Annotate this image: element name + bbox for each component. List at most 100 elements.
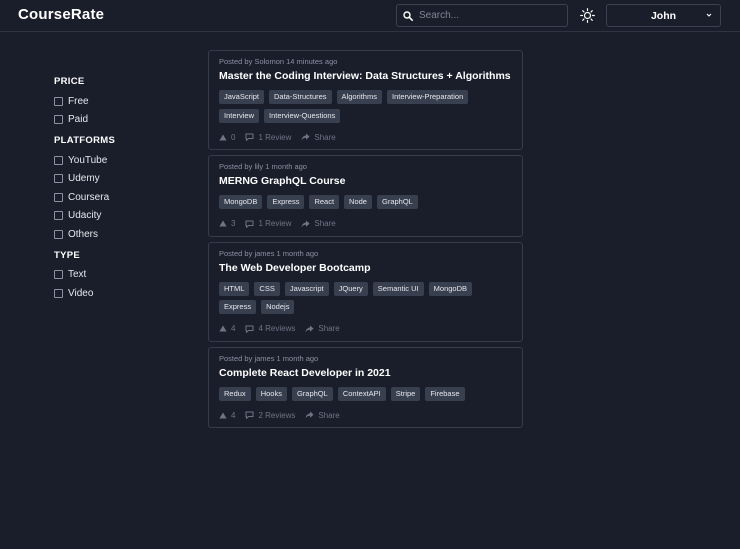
- tag[interactable]: MongoDB: [219, 195, 263, 209]
- course-card[interactable]: Posted by james 1 month ago The Web Deve…: [208, 241, 523, 342]
- upvote-button[interactable]: 3: [219, 219, 235, 228]
- course-title[interactable]: Complete React Developer in 2021: [219, 366, 512, 380]
- tag[interactable]: GraphQL: [376, 195, 418, 209]
- tag[interactable]: React: [309, 195, 340, 209]
- triangle-up-icon: [219, 134, 227, 140]
- tag-list: JavaScript Data-Structures Algorithms Inter…: [219, 90, 512, 127]
- course-list: Posted by Solomon 14 minutes ago Master …: [208, 50, 523, 433]
- tag[interactable]: MongoDB: [428, 281, 473, 296]
- reviews-button[interactable]: 1 Review: [245, 133, 291, 142]
- upvote-button[interactable]: 4: [219, 411, 235, 420]
- filter-label: Free: [68, 95, 89, 107]
- chevron-down-icon: [706, 13, 712, 17]
- section-title-platforms: PLATFORMS: [54, 135, 116, 146]
- triangle-up-icon: [219, 220, 227, 227]
- triangle-up-icon: [219, 412, 227, 418]
- reviews-button[interactable]: 2 Reviews: [245, 411, 295, 420]
- course-title[interactable]: The Web Developer Bootcamp: [219, 261, 512, 275]
- tag[interactable]: Hooks: [255, 386, 287, 401]
- tag[interactable]: Javascript: [284, 281, 329, 296]
- share-button[interactable]: Share: [301, 132, 336, 142]
- filter-others[interactable]: Others: [54, 225, 174, 244]
- comment-icon: [245, 133, 254, 141]
- upvote-button[interactable]: 4: [219, 324, 235, 333]
- share-button[interactable]: Share: [305, 324, 340, 333]
- filter-coursera[interactable]: Coursera: [54, 188, 174, 207]
- tag[interactable]: Interview: [219, 108, 260, 123]
- filter-video[interactable]: Video: [54, 284, 174, 303]
- checkbox[interactable]: [54, 270, 63, 280]
- comment-icon: [245, 325, 254, 333]
- vote-count: 3: [231, 219, 236, 228]
- tag[interactable]: Nodejs: [261, 300, 295, 314]
- tag[interactable]: Interview-Preparation: [386, 90, 469, 104]
- share-label: Share: [314, 219, 336, 228]
- share-label: Share: [314, 132, 336, 142]
- share-icon: [301, 220, 310, 227]
- checkbox[interactable]: [54, 155, 63, 165]
- tag[interactable]: JQuery: [333, 281, 368, 296]
- tag-list: HTML CSS Javascript JQuery Semantic UI MongoD…: [219, 281, 512, 319]
- user-menu-dropdown[interactable]: John: [606, 4, 721, 27]
- share-button[interactable]: Share: [301, 219, 336, 228]
- app-logo[interactable]: CourseRate: [18, 6, 104, 23]
- filter-label: Coursera: [68, 191, 110, 203]
- tag[interactable]: Algorithms: [336, 90, 382, 104]
- tag[interactable]: Express: [219, 300, 257, 314]
- tag[interactable]: Semantic UI: [372, 281, 424, 296]
- tag[interactable]: Data-Structures: [269, 90, 332, 104]
- filter-label: Text: [68, 269, 87, 281]
- card-actions: 0 1 Review Share: [219, 131, 512, 143]
- search-input[interactable]: [419, 10, 559, 21]
- filter-free[interactable]: Free: [54, 92, 174, 111]
- tag-list: MongoDB Express React Node GraphQL: [219, 195, 512, 214]
- checkbox[interactable]: [54, 192, 63, 202]
- course-card[interactable]: Posted by james 1 month ago Complete Rea…: [208, 346, 523, 428]
- tag[interactable]: GraphQL: [291, 386, 333, 401]
- card-actions: 4 2 Reviews Share: [219, 409, 512, 421]
- tag[interactable]: Node: [344, 195, 372, 209]
- triangle-up-icon: [219, 325, 227, 332]
- tag[interactable]: JavaScript: [219, 90, 265, 104]
- filter-udacity[interactable]: Udacity: [54, 207, 174, 226]
- course-title[interactable]: MERNG GraphQL Course: [219, 174, 512, 188]
- filter-section-platforms: PLATFORMS YouTube Udemy Coursera Udacity…: [54, 134, 174, 244]
- tag[interactable]: HTML: [219, 281, 250, 296]
- reviews-button[interactable]: 4 Reviews: [245, 324, 295, 333]
- filter-udemy[interactable]: Udemy: [54, 170, 174, 189]
- share-label: Share: [318, 410, 340, 420]
- filter-youtube[interactable]: YouTube: [54, 151, 174, 170]
- checkbox[interactable]: [54, 229, 63, 239]
- tag[interactable]: Interview-Questions: [264, 108, 341, 123]
- course-card[interactable]: Posted by Solomon 14 minutes ago Master …: [208, 50, 523, 150]
- tag[interactable]: ContextAPI: [337, 386, 386, 401]
- tag[interactable]: Stripe: [390, 386, 421, 401]
- checkbox[interactable]: [54, 211, 63, 221]
- theme-toggle-button[interactable]: [578, 6, 596, 24]
- card-actions: 4 4 Reviews Share: [219, 323, 512, 335]
- tag[interactable]: Firebase: [425, 386, 465, 401]
- share-icon: [305, 411, 314, 419]
- course-title[interactable]: Master the Coding Interview: Data Struct…: [219, 69, 512, 83]
- tag[interactable]: Express: [267, 195, 305, 209]
- course-card[interactable]: Posted by lily 1 month ago MERNG GraphQL…: [208, 155, 523, 237]
- tag[interactable]: CSS: [254, 281, 280, 296]
- search-box[interactable]: [396, 4, 568, 27]
- checkbox[interactable]: [54, 174, 63, 184]
- vote-count: 4: [231, 324, 236, 333]
- filter-label: Others: [68, 228, 99, 240]
- filter-section-price: PRICE Free Paid: [54, 75, 174, 129]
- review-count: 1 Review: [258, 219, 292, 228]
- filter-label: Paid: [68, 114, 89, 126]
- tag[interactable]: Redux: [219, 386, 251, 401]
- filter-paid[interactable]: Paid: [54, 111, 174, 130]
- checkbox[interactable]: [54, 288, 63, 298]
- filter-text[interactable]: Text: [54, 266, 174, 285]
- checkbox[interactable]: [54, 115, 63, 125]
- reviews-button[interactable]: 1 Review: [245, 219, 291, 228]
- post-meta: Posted by lily 1 month ago: [219, 162, 307, 171]
- upvote-button[interactable]: 0: [219, 133, 235, 142]
- share-icon: [305, 325, 314, 332]
- share-button[interactable]: Share: [305, 410, 340, 420]
- checkbox[interactable]: [54, 96, 63, 106]
